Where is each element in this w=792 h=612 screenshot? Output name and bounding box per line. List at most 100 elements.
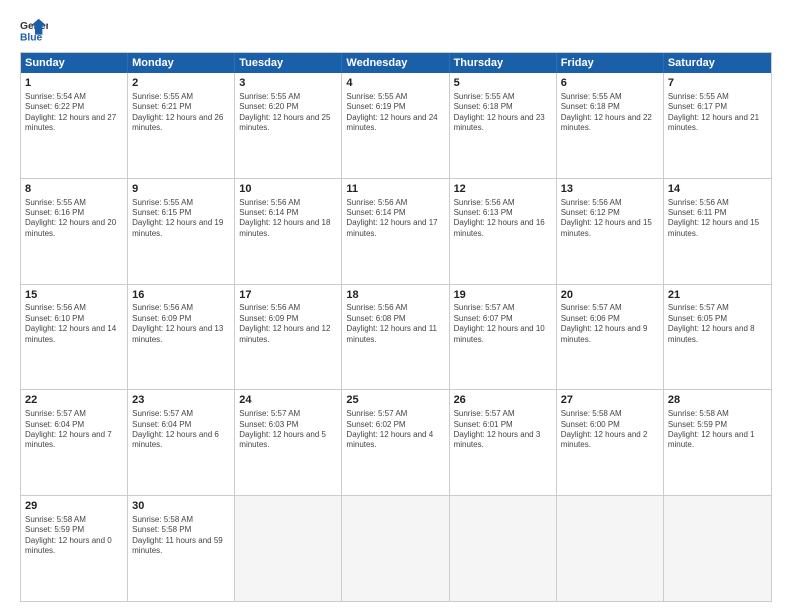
calendar-cell: 7Sunrise: 5:55 AMSunset: 6:17 PMDaylight… <box>664 73 771 178</box>
day-number: 22 <box>25 393 123 408</box>
cell-info: Sunrise: 5:57 AMSunset: 6:06 PMDaylight:… <box>561 303 659 345</box>
day-number: 6 <box>561 76 659 91</box>
cell-info: Sunrise: 5:56 AMSunset: 6:13 PMDaylight:… <box>454 198 552 240</box>
calendar-cell: 30Sunrise: 5:58 AMSunset: 5:58 PMDayligh… <box>128 496 235 601</box>
calendar-cell: 21Sunrise: 5:57 AMSunset: 6:05 PMDayligh… <box>664 285 771 390</box>
calendar-week: 8Sunrise: 5:55 AMSunset: 6:16 PMDaylight… <box>21 178 771 284</box>
cell-info: Sunrise: 5:55 AMSunset: 6:19 PMDaylight:… <box>346 92 444 134</box>
day-number: 15 <box>25 288 123 303</box>
cell-info: Sunrise: 5:56 AMSunset: 6:08 PMDaylight:… <box>346 303 444 345</box>
day-number: 21 <box>668 288 767 303</box>
day-number: 12 <box>454 182 552 197</box>
calendar-cell: 23Sunrise: 5:57 AMSunset: 6:04 PMDayligh… <box>128 390 235 495</box>
weekday-header: Saturday <box>664 53 771 73</box>
cell-info: Sunrise: 5:58 AMSunset: 6:00 PMDaylight:… <box>561 409 659 451</box>
cell-info: Sunrise: 5:55 AMSunset: 6:16 PMDaylight:… <box>25 198 123 240</box>
cell-info: Sunrise: 5:58 AMSunset: 5:58 PMDaylight:… <box>132 515 230 557</box>
day-number: 27 <box>561 393 659 408</box>
calendar-cell: 14Sunrise: 5:56 AMSunset: 6:11 PMDayligh… <box>664 179 771 284</box>
cell-info: Sunrise: 5:56 AMSunset: 6:14 PMDaylight:… <box>239 198 337 240</box>
logo: General Blue <box>20 16 48 44</box>
calendar-cell: 4Sunrise: 5:55 AMSunset: 6:19 PMDaylight… <box>342 73 449 178</box>
calendar-cell: 29Sunrise: 5:58 AMSunset: 5:59 PMDayligh… <box>21 496 128 601</box>
calendar-cell: 1Sunrise: 5:54 AMSunset: 6:22 PMDaylight… <box>21 73 128 178</box>
day-number: 25 <box>346 393 444 408</box>
cell-info: Sunrise: 5:56 AMSunset: 6:11 PMDaylight:… <box>668 198 767 240</box>
calendar-cell: 11Sunrise: 5:56 AMSunset: 6:14 PMDayligh… <box>342 179 449 284</box>
calendar-cell: 27Sunrise: 5:58 AMSunset: 6:00 PMDayligh… <box>557 390 664 495</box>
cell-info: Sunrise: 5:56 AMSunset: 6:09 PMDaylight:… <box>132 303 230 345</box>
cell-info: Sunrise: 5:56 AMSunset: 6:12 PMDaylight:… <box>561 198 659 240</box>
cell-info: Sunrise: 5:57 AMSunset: 6:02 PMDaylight:… <box>346 409 444 451</box>
calendar-header: SundayMondayTuesdayWednesdayThursdayFrid… <box>21 53 771 73</box>
calendar-cell: 8Sunrise: 5:55 AMSunset: 6:16 PMDaylight… <box>21 179 128 284</box>
cell-info: Sunrise: 5:55 AMSunset: 6:21 PMDaylight:… <box>132 92 230 134</box>
day-number: 5 <box>454 76 552 91</box>
day-number: 10 <box>239 182 337 197</box>
day-number: 2 <box>132 76 230 91</box>
cell-info: Sunrise: 5:58 AMSunset: 5:59 PMDaylight:… <box>25 515 123 557</box>
day-number: 4 <box>346 76 444 91</box>
weekday-header: Monday <box>128 53 235 73</box>
calendar-cell: 18Sunrise: 5:56 AMSunset: 6:08 PMDayligh… <box>342 285 449 390</box>
calendar-cell: 5Sunrise: 5:55 AMSunset: 6:18 PMDaylight… <box>450 73 557 178</box>
cell-info: Sunrise: 5:55 AMSunset: 6:18 PMDaylight:… <box>454 92 552 134</box>
cell-info: Sunrise: 5:57 AMSunset: 6:05 PMDaylight:… <box>668 303 767 345</box>
calendar: SundayMondayTuesdayWednesdayThursdayFrid… <box>20 52 772 602</box>
cell-info: Sunrise: 5:57 AMSunset: 6:07 PMDaylight:… <box>454 303 552 345</box>
cell-info: Sunrise: 5:56 AMSunset: 6:14 PMDaylight:… <box>346 198 444 240</box>
calendar-cell <box>664 496 771 601</box>
calendar-cell: 3Sunrise: 5:55 AMSunset: 6:20 PMDaylight… <box>235 73 342 178</box>
weekday-header: Sunday <box>21 53 128 73</box>
calendar-cell: 25Sunrise: 5:57 AMSunset: 6:02 PMDayligh… <box>342 390 449 495</box>
day-number: 26 <box>454 393 552 408</box>
calendar-cell: 22Sunrise: 5:57 AMSunset: 6:04 PMDayligh… <box>21 390 128 495</box>
cell-info: Sunrise: 5:55 AMSunset: 6:18 PMDaylight:… <box>561 92 659 134</box>
calendar-cell <box>342 496 449 601</box>
calendar-cell: 9Sunrise: 5:55 AMSunset: 6:15 PMDaylight… <box>128 179 235 284</box>
logo-icon: General Blue <box>20 16 48 44</box>
day-number: 19 <box>454 288 552 303</box>
page: General Blue SundayMondayTuesdayWednesda… <box>0 0 792 612</box>
cell-info: Sunrise: 5:55 AMSunset: 6:20 PMDaylight:… <box>239 92 337 134</box>
calendar-cell: 28Sunrise: 5:58 AMSunset: 5:59 PMDayligh… <box>664 390 771 495</box>
cell-info: Sunrise: 5:57 AMSunset: 6:01 PMDaylight:… <box>454 409 552 451</box>
weekday-header: Thursday <box>450 53 557 73</box>
calendar-cell <box>450 496 557 601</box>
calendar-cell: 24Sunrise: 5:57 AMSunset: 6:03 PMDayligh… <box>235 390 342 495</box>
calendar-cell: 17Sunrise: 5:56 AMSunset: 6:09 PMDayligh… <box>235 285 342 390</box>
calendar-cell: 13Sunrise: 5:56 AMSunset: 6:12 PMDayligh… <box>557 179 664 284</box>
calendar-cell: 2Sunrise: 5:55 AMSunset: 6:21 PMDaylight… <box>128 73 235 178</box>
day-number: 16 <box>132 288 230 303</box>
calendar-week: 15Sunrise: 5:56 AMSunset: 6:10 PMDayligh… <box>21 284 771 390</box>
weekday-header: Wednesday <box>342 53 449 73</box>
day-number: 14 <box>668 182 767 197</box>
svg-text:General: General <box>20 21 48 32</box>
day-number: 11 <box>346 182 444 197</box>
calendar-cell: 12Sunrise: 5:56 AMSunset: 6:13 PMDayligh… <box>450 179 557 284</box>
calendar-cell: 15Sunrise: 5:56 AMSunset: 6:10 PMDayligh… <box>21 285 128 390</box>
day-number: 29 <box>25 499 123 514</box>
day-number: 1 <box>25 76 123 91</box>
calendar-cell: 26Sunrise: 5:57 AMSunset: 6:01 PMDayligh… <box>450 390 557 495</box>
day-number: 8 <box>25 182 123 197</box>
calendar-cell: 20Sunrise: 5:57 AMSunset: 6:06 PMDayligh… <box>557 285 664 390</box>
cell-info: Sunrise: 5:55 AMSunset: 6:17 PMDaylight:… <box>668 92 767 134</box>
calendar-cell: 6Sunrise: 5:55 AMSunset: 6:18 PMDaylight… <box>557 73 664 178</box>
cell-info: Sunrise: 5:57 AMSunset: 6:04 PMDaylight:… <box>132 409 230 451</box>
calendar-cell: 16Sunrise: 5:56 AMSunset: 6:09 PMDayligh… <box>128 285 235 390</box>
day-number: 3 <box>239 76 337 91</box>
calendar-cell: 19Sunrise: 5:57 AMSunset: 6:07 PMDayligh… <box>450 285 557 390</box>
cell-info: Sunrise: 5:57 AMSunset: 6:04 PMDaylight:… <box>25 409 123 451</box>
day-number: 17 <box>239 288 337 303</box>
day-number: 30 <box>132 499 230 514</box>
calendar-body: 1Sunrise: 5:54 AMSunset: 6:22 PMDaylight… <box>21 73 771 601</box>
cell-info: Sunrise: 5:58 AMSunset: 5:59 PMDaylight:… <box>668 409 767 451</box>
day-number: 9 <box>132 182 230 197</box>
day-number: 18 <box>346 288 444 303</box>
cell-info: Sunrise: 5:57 AMSunset: 6:03 PMDaylight:… <box>239 409 337 451</box>
weekday-header: Friday <box>557 53 664 73</box>
cell-info: Sunrise: 5:56 AMSunset: 6:10 PMDaylight:… <box>25 303 123 345</box>
cell-info: Sunrise: 5:54 AMSunset: 6:22 PMDaylight:… <box>25 92 123 134</box>
weekday-header: Tuesday <box>235 53 342 73</box>
